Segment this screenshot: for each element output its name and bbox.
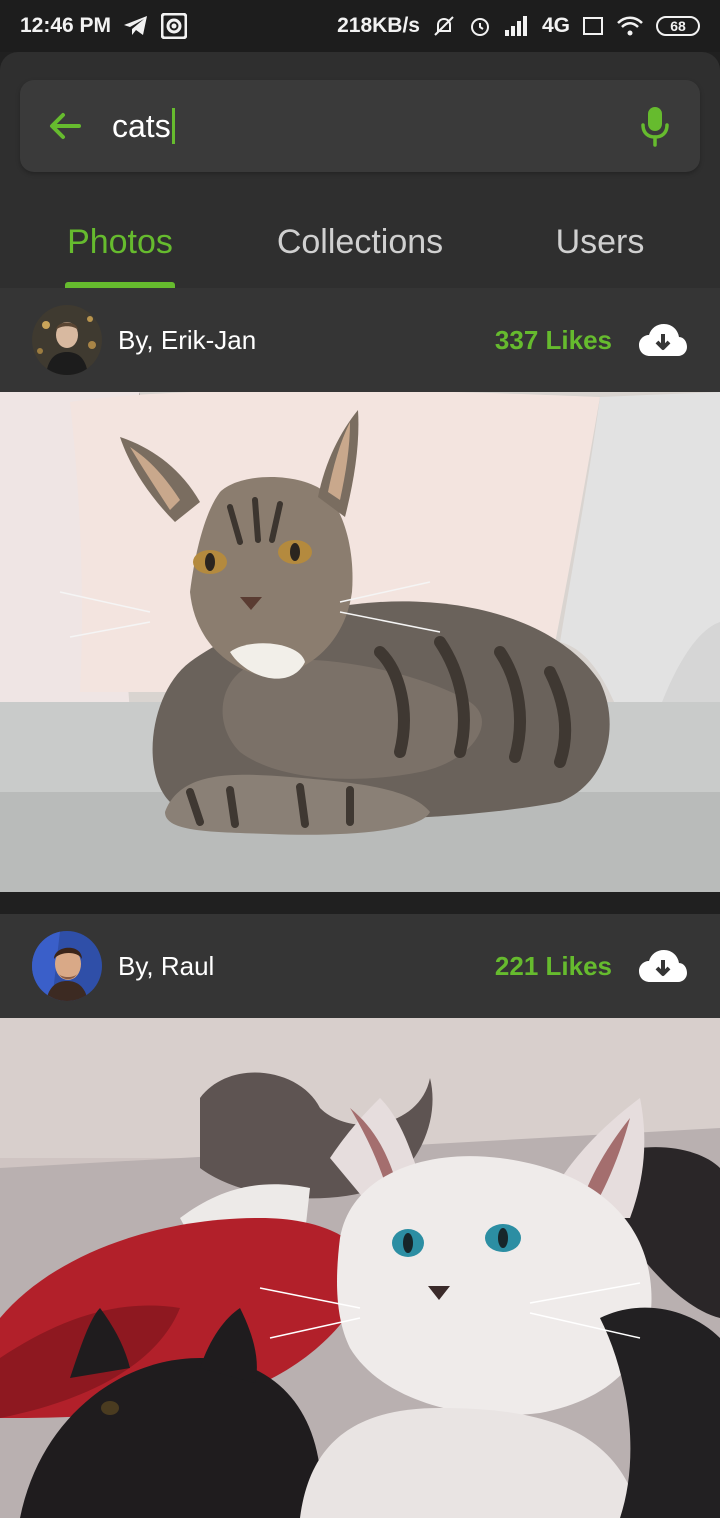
author-name[interactable]: By, Erik-Jan bbox=[118, 325, 495, 356]
photo-card[interactable]: By, Raul 221 Likes bbox=[0, 914, 720, 1518]
network-speed: 218KB/s bbox=[337, 14, 420, 37]
search-query: cats bbox=[112, 107, 171, 144]
likes-count: 337 Likes bbox=[494, 324, 612, 355]
author-name[interactable]: By, Raul bbox=[118, 951, 495, 982]
network-type: 4G bbox=[541, 14, 570, 37]
battery-indicator: 68 bbox=[656, 16, 700, 36]
mic-icon[interactable] bbox=[634, 105, 676, 147]
wifi-icon bbox=[616, 15, 644, 37]
photo-image[interactable] bbox=[0, 392, 720, 892]
tab-users[interactable]: Users bbox=[480, 212, 720, 288]
signal-icon bbox=[504, 16, 530, 36]
status-right: 218KB/s 4G 68 bbox=[337, 14, 700, 38]
tab-collections[interactable]: Collections bbox=[240, 212, 480, 288]
search-bar: cats bbox=[20, 80, 700, 172]
photo-card-header: By, Raul 221 Likes bbox=[0, 914, 720, 1018]
photo-card[interactable]: By, Erik-Jan 337 Likes bbox=[0, 288, 720, 892]
arrow-back-icon[interactable] bbox=[44, 105, 86, 147]
photo-image[interactable] bbox=[0, 1018, 720, 1518]
photo-card-header: By, Erik-Jan 337 Likes bbox=[0, 288, 720, 392]
tab-photos[interactable]: Photos bbox=[0, 212, 240, 288]
likes-count: 221 Likes bbox=[494, 950, 612, 981]
status-bar: 12:46 PM 218KB/s 4G 68 bbox=[0, 0, 720, 52]
text-caret bbox=[171, 108, 175, 144]
status-left: 12:46 PM bbox=[20, 13, 188, 39]
telegram-icon bbox=[123, 15, 149, 37]
author-avatar[interactable] bbox=[32, 931, 102, 1001]
cloud-download-icon[interactable] bbox=[638, 948, 688, 984]
photo-results-list: By, Erik-Jan 337 Likes By, Raul 221 Like… bbox=[0, 288, 720, 1518]
screen-record-icon bbox=[161, 13, 188, 39]
search-input[interactable]: cats bbox=[112, 108, 634, 145]
app-header: cats Photos Collections Users bbox=[0, 52, 720, 288]
author-avatar[interactable] bbox=[32, 305, 102, 375]
result-tabs: Photos Collections Users bbox=[0, 212, 720, 288]
volte-icon bbox=[582, 15, 604, 37]
alarm-icon bbox=[468, 14, 492, 38]
cloud-download-icon[interactable] bbox=[638, 322, 688, 358]
status-time: 12:46 PM bbox=[20, 14, 112, 37]
mute-bell-icon bbox=[432, 14, 456, 38]
